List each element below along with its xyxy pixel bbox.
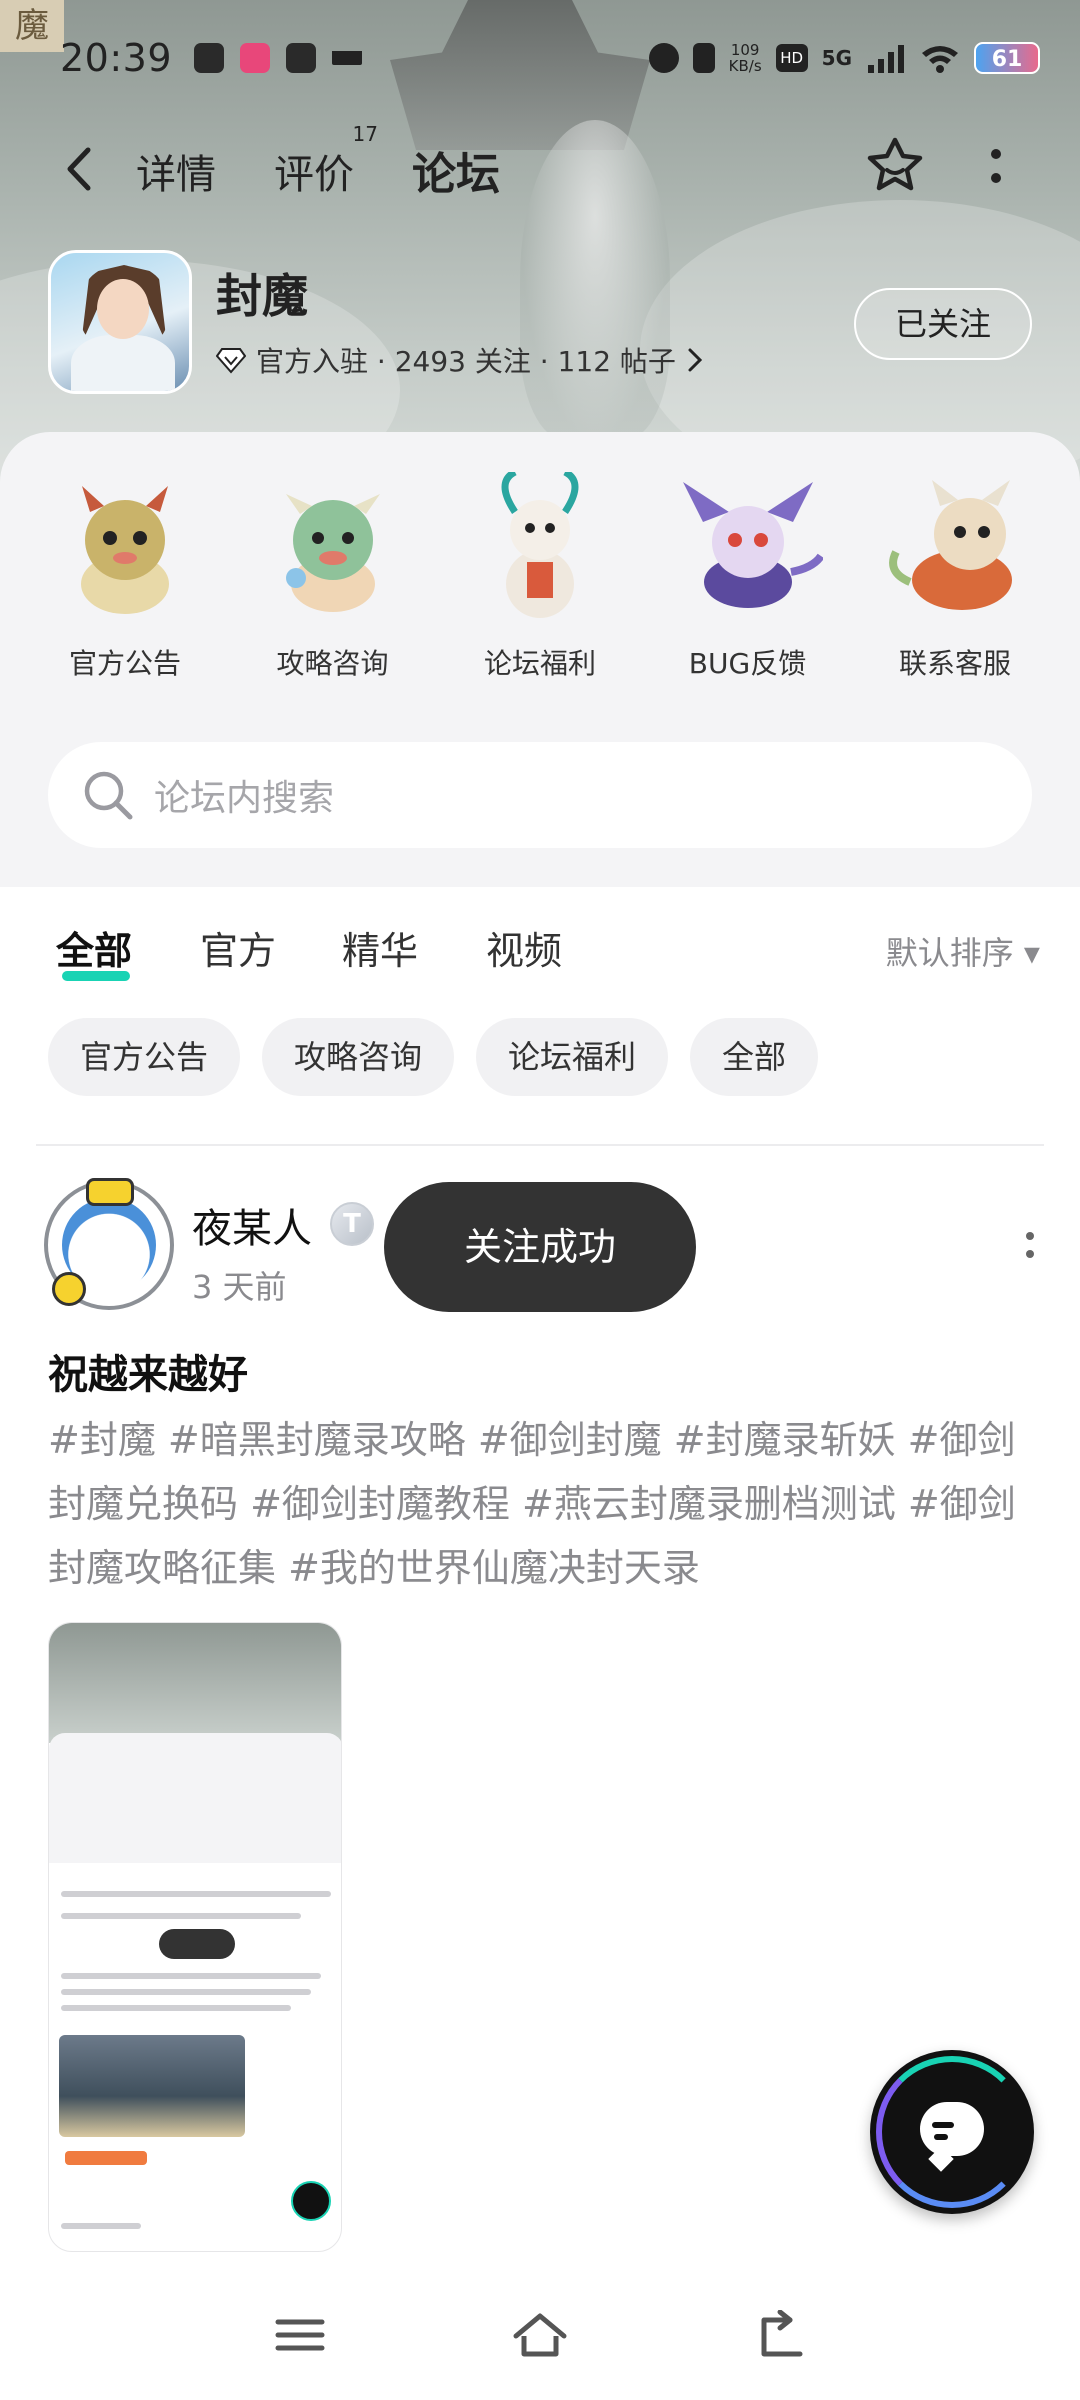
category-bug[interactable]: BUG反馈: [653, 472, 843, 682]
category-guide[interactable]: 攻略咨询: [238, 472, 428, 682]
review-count: 17: [352, 122, 378, 146]
search-icon: [84, 771, 133, 820]
crown-icon: [332, 43, 363, 65]
diamond-icon: [216, 348, 246, 374]
search-placeholder: 论坛内搜索: [154, 778, 335, 819]
post-author[interactable]: 夜某人: [192, 1196, 312, 1254]
menu-icon[interactable]: [270, 2310, 330, 2360]
robot-icon: [86, 1178, 134, 1206]
category-welfare[interactable]: 论坛福利: [445, 468, 635, 682]
alarm-icon: [648, 43, 679, 73]
filter-tab-featured[interactable]: 精华: [342, 920, 418, 975]
back-icon[interactable]: [750, 2310, 810, 2360]
wifi-icon: [922, 46, 958, 73]
follow-success-toast: 关注成功: [384, 1182, 696, 1312]
vibrate-icon: [692, 43, 715, 73]
category-panel: 官方公告 攻略咨询 论坛福利 BUG反馈 联系客服 论坛内搜索: [0, 432, 1080, 887]
category-label: 联系客服: [898, 647, 1011, 680]
tab-detail[interactable]: 详情: [136, 142, 216, 200]
post-time: 3 天前: [192, 1268, 287, 1306]
status-right: 109 KB/s HD 5G 61: [648, 41, 1040, 75]
chat-fab-button[interactable]: [870, 2050, 1034, 2214]
home-icon[interactable]: [510, 2310, 570, 2360]
notification-icons: [194, 43, 363, 73]
game-meta[interactable]: 官方入驻 · 2493 关注 · 112 帖子: [216, 340, 704, 380]
message-icon: [286, 43, 317, 73]
favorite-star-icon[interactable]: [862, 134, 928, 200]
game-meta-text: 官方入驻 · 2493 关注 · 112 帖子: [256, 345, 676, 378]
game-name: 封魔: [216, 269, 308, 323]
signal-5g-label: 5G: [821, 46, 852, 70]
chip-welfare[interactable]: 论坛福利: [476, 1018, 669, 1096]
forum-search-input[interactable]: 论坛内搜索: [48, 742, 1032, 848]
dragon-mascot-icon: [50, 472, 200, 622]
dragon-mascot-icon: [465, 468, 615, 622]
top-nav: 详情 评价 17 论坛: [0, 122, 1080, 210]
dragon-mascot-icon: [673, 472, 824, 622]
filter-tab-official[interactable]: 官方: [200, 920, 276, 975]
chip-official[interactable]: 官方公告: [48, 1018, 241, 1096]
category-official[interactable]: 官方公告: [30, 472, 220, 682]
tab-review-label: 评价: [274, 152, 354, 198]
category-service[interactable]: 联系客服: [860, 472, 1050, 682]
category-label: 官方公告: [68, 647, 181, 680]
net-speed: 109 KB/s: [728, 41, 762, 75]
signal-bars-icon: [868, 45, 904, 73]
seal-logo: 魔: [0, 0, 64, 52]
bilibili-icon: [194, 43, 225, 73]
game-info: 封魔 官方入驻 · 2493 关注 · 112 帖子 已关注: [48, 250, 1032, 400]
filter-tab-all[interactable]: 全部: [56, 920, 132, 981]
category-label: 论坛福利: [483, 647, 596, 680]
status-time: 20:39: [60, 36, 173, 80]
chip-guide[interactable]: 攻略咨询: [262, 1018, 455, 1096]
hd-icon: HD: [775, 44, 808, 72]
more-options-icon[interactable]: [978, 144, 1014, 194]
sort-dropdown[interactable]: 默认排序 ▾: [886, 928, 1040, 974]
filter-tab-video[interactable]: 视频: [486, 920, 562, 975]
game-icon[interactable]: [48, 250, 192, 394]
app-notification-icon: [240, 43, 271, 73]
tab-forum-label: 论坛: [412, 149, 500, 200]
divider: [36, 1144, 1044, 1146]
back-arrow-icon[interactable]: [56, 144, 106, 194]
tab-forum[interactable]: 论坛: [412, 138, 502, 208]
user-level-badge: T: [330, 1202, 374, 1246]
dragon-mascot-icon: [258, 472, 408, 622]
dragon-mascot-icon: [880, 472, 1030, 622]
chevron-right-icon: [688, 348, 703, 372]
category-list: 官方公告 攻略咨询 论坛福利 BUG反馈 联系客服: [30, 468, 1050, 682]
category-label: 攻略咨询: [276, 647, 389, 680]
status-bar: 20:39 109 KB/s HD 5G 61: [60, 30, 1040, 86]
post-tags[interactable]: #封魔 #暗黑封魔录攻略 #御剑封魔 #封魔录斩妖 #御剑封魔兑换码 #御剑封魔…: [48, 1408, 1038, 1600]
system-nav-bar: [0, 2270, 1080, 2400]
filter-tabs: 全部 官方 精华 视频 默认排序 ▾: [56, 920, 1040, 981]
post-more-icon[interactable]: [1020, 1226, 1040, 1266]
battery-indicator: 61: [974, 42, 1040, 74]
avatar[interactable]: [44, 1178, 174, 1310]
chat-bubble-icon: [920, 2102, 984, 2156]
post-title: 祝越来越好: [48, 1352, 248, 1398]
badge-icon: [52, 1272, 86, 1306]
category-label: BUG反馈: [688, 647, 807, 680]
post-image-thumbnail[interactable]: [48, 1622, 342, 2252]
tab-review[interactable]: 评价 17: [274, 122, 378, 200]
category-chips: 官方公告 攻略咨询 论坛福利 全部: [48, 1018, 819, 1096]
followed-button[interactable]: 已关注: [854, 288, 1032, 360]
chip-all[interactable]: 全部: [690, 1018, 819, 1096]
